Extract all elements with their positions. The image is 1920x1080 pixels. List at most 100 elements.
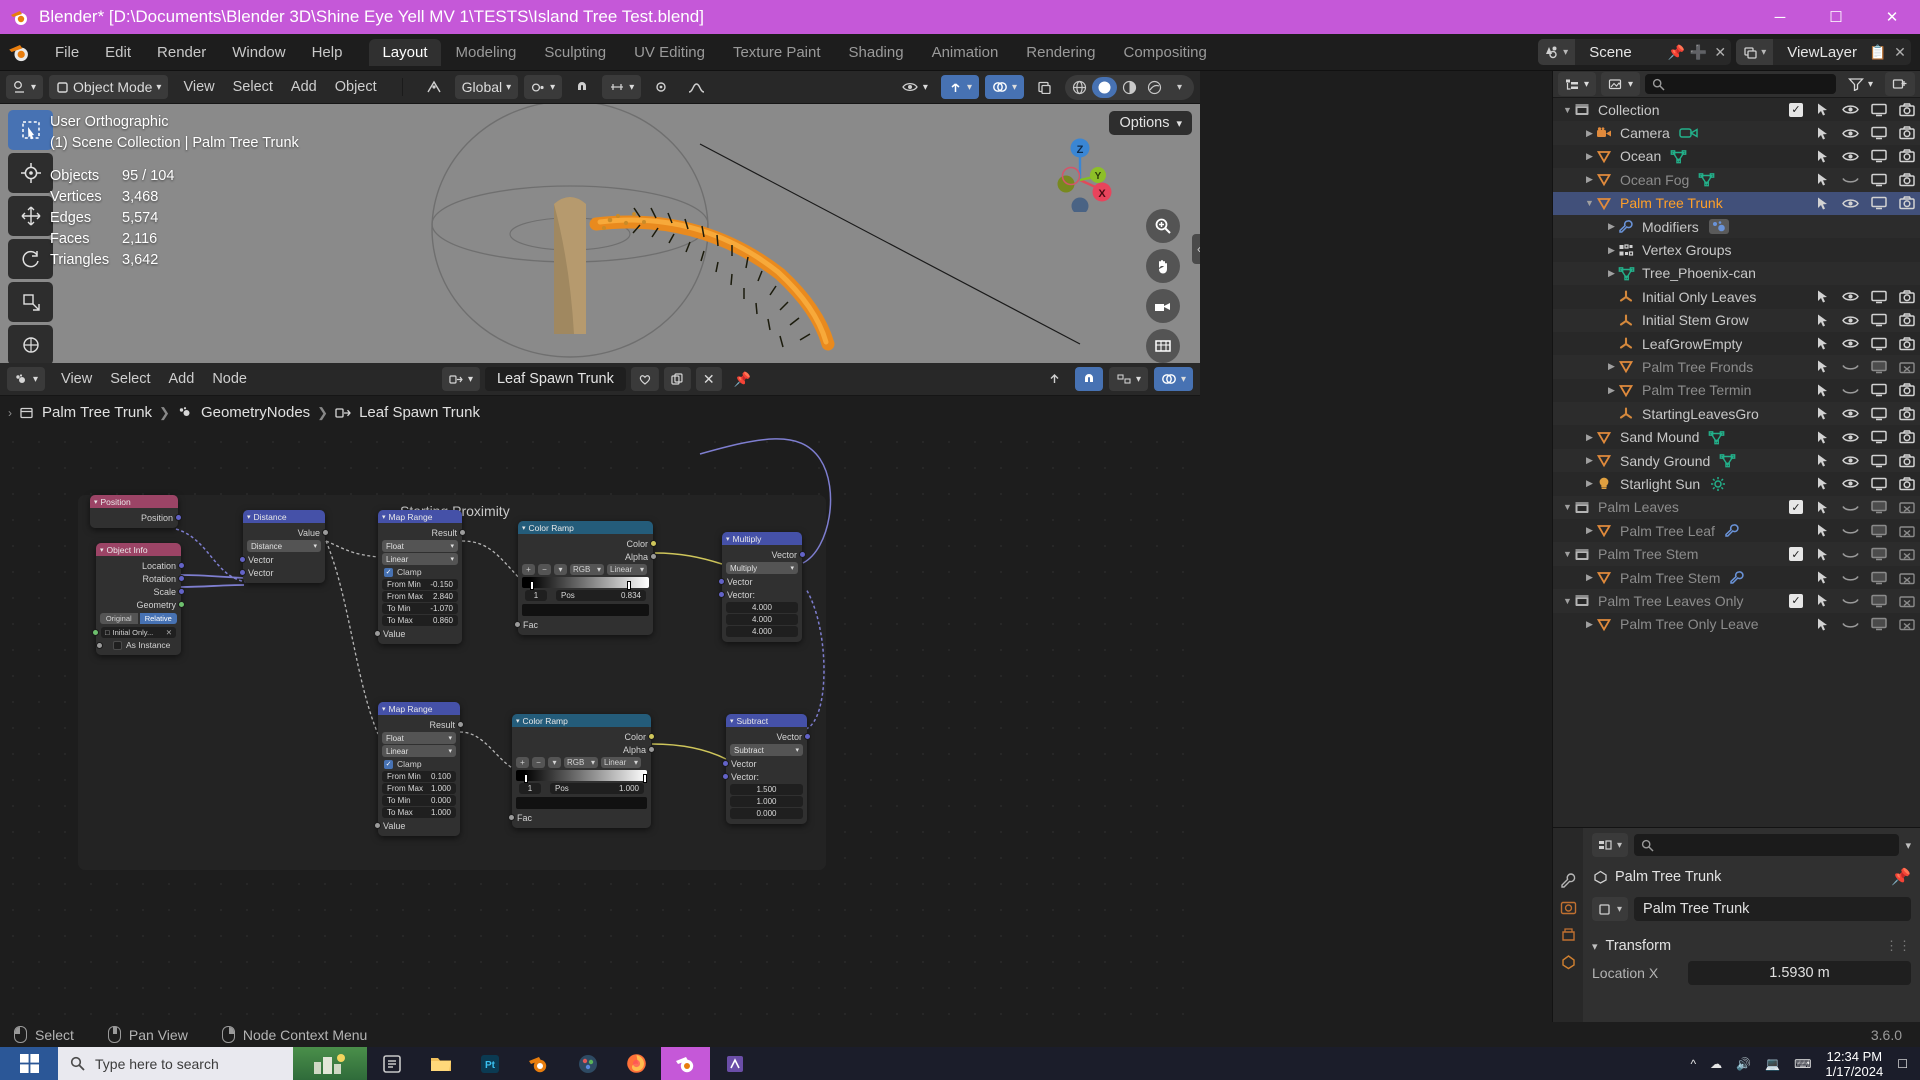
outliner-expander-right[interactable]: ▶	[1583, 432, 1596, 443]
workspace-tab-layout[interactable]: Layout	[369, 38, 441, 66]
outliner-eye-open-toggle[interactable]	[1842, 127, 1859, 140]
outliner-cursor-toggle[interactable]	[1815, 570, 1830, 585]
color-ramp-gradient[interactable]	[516, 770, 647, 783]
node-input-vector[interactable]: Vector:	[722, 770, 807, 783]
shading-solid-button[interactable]	[1092, 76, 1117, 98]
new-scene-icon[interactable]: ➕	[1687, 39, 1709, 65]
outliner-row-label[interactable]: Initial Only Leaves	[1642, 289, 1756, 305]
node-vector-component[interactable]: 4.000	[726, 614, 798, 625]
outliner-cursor-toggle[interactable]	[1815, 617, 1830, 632]
outliner-camera-off-toggle[interactable]	[1899, 571, 1915, 585]
shading-rendered-button[interactable]	[1142, 77, 1167, 98]
output-socket[interactable]	[457, 721, 464, 728]
node-value-field[interactable]: To Max 1.000	[382, 807, 456, 818]
taskbar-weather-widget[interactable]	[293, 1047, 367, 1080]
collection-checkbox[interactable]: ✓	[1789, 500, 1803, 515]
node-multiply[interactable]: ▾ Multiply Vector Multiply ▾ Vector Vector: 4.0…	[718, 532, 806, 642]
outliner-search-input[interactable]	[1645, 74, 1836, 94]
node-dropdown[interactable]: Float ▾	[382, 540, 458, 552]
minimize-button[interactable]: ─	[1752, 0, 1808, 34]
object-mode-dropdown[interactable]: Object Mode ▾	[49, 75, 169, 99]
outliner-row-label[interactable]: Palm Tree Leaves Only	[1598, 593, 1744, 609]
outliner-eye-closed-toggle[interactable]	[1842, 360, 1859, 373]
outliner-cursor-toggle[interactable]	[1815, 593, 1830, 608]
workspace-tab-texture-paint[interactable]: Texture Paint	[720, 39, 834, 66]
tab-object-icon[interactable]	[1560, 954, 1577, 970]
outliner-modifier-icon[interactable]	[1729, 570, 1745, 585]
overlays-toggle[interactable]: ▾	[984, 75, 1024, 99]
node-collapse-arrow[interactable]: ▾	[247, 513, 251, 521]
node-collapse-arrow[interactable]: ▾	[522, 524, 526, 532]
start-button[interactable]	[0, 1047, 58, 1080]
node-menu-add[interactable]: Add	[160, 371, 204, 387]
node-input-vector[interactable]: Vector	[718, 575, 802, 588]
outliner-camera-toggle[interactable]	[1899, 407, 1915, 421]
node-colorramp1[interactable]: ▾ Color Ramp Color Alpha + − ▾ RGB ▾ Linear ▾ 1 Pos 0…	[514, 521, 657, 635]
view-layer-name[interactable]: ViewLayer	[1773, 44, 1867, 61]
outliner-camera-toggle[interactable]	[1899, 290, 1915, 304]
taskbar-clock[interactable]: 12:34 PM 1/17/2024	[1825, 1049, 1883, 1079]
blender-orange-app-icon[interactable]	[514, 1047, 563, 1080]
top-menu-help[interactable]: Help	[299, 40, 356, 65]
node-snap-toggle[interactable]	[1074, 367, 1103, 391]
node-dropdown[interactable]: Linear ▾	[382, 553, 458, 565]
input-socket[interactable]	[374, 630, 381, 637]
outliner-expander-right[interactable]: ▶	[1583, 619, 1596, 630]
breadcrumb-collapse-arrow[interactable]: ›	[8, 406, 12, 420]
outliner-camera-toggle[interactable]	[1899, 196, 1915, 210]
outliner-mesh-data-icon[interactable]	[1708, 430, 1725, 445]
outliner-row-label[interactable]: Sand Mound	[1620, 429, 1699, 445]
ramp-interpolation-dropdown[interactable]: Linear ▾	[601, 757, 641, 768]
viewport-menu-object[interactable]: Object	[326, 79, 386, 95]
node-input-vector[interactable]: Vector	[239, 566, 325, 579]
node-snap-settings-dropdown[interactable]: ▾	[1108, 367, 1148, 391]
node-output-result[interactable]: Result	[378, 526, 466, 539]
node-collapse-arrow[interactable]: ▾	[100, 546, 104, 554]
outliner-mesh-data-icon[interactable]	[1698, 172, 1715, 187]
input-socket[interactable]	[722, 760, 729, 767]
node-output-rotation[interactable]: Rotation	[96, 572, 185, 585]
node-header[interactable]: ▾ Object Info	[96, 543, 181, 556]
node-vector-component[interactable]: 4.000	[726, 626, 798, 637]
outliner-row[interactable]: ▼ Palm Leaves ✓	[1553, 495, 1920, 520]
workspace-tab-rendering[interactable]: Rendering	[1013, 39, 1108, 66]
close-button[interactable]: ✕	[1864, 0, 1920, 34]
node-header[interactable]: ▾ Map Range	[378, 510, 462, 523]
tool-tweak-select-box[interactable]	[8, 110, 53, 150]
outliner-screen-toggle[interactable]	[1871, 196, 1887, 210]
explorer-app-icon[interactable]	[416, 1047, 465, 1080]
outliner-camera-data-icon[interactable]	[1679, 125, 1699, 141]
outliner-expander-right[interactable]: ▶	[1583, 174, 1596, 185]
outliner-camera-toggle[interactable]	[1899, 173, 1915, 187]
node-dropdown[interactable]: Distance ▾	[247, 540, 321, 552]
ramp-index-field[interactable]: 1	[525, 590, 547, 601]
ramp-color-mode-dropdown[interactable]: RGB ▾	[564, 757, 598, 768]
node-header[interactable]: ▾ Position	[90, 495, 178, 508]
ramp-menu-button[interactable]: ▾	[554, 564, 567, 575]
transform-orientation-dropdown[interactable]: Global ▾	[454, 75, 519, 99]
node-output-up-icon[interactable]	[1040, 367, 1069, 391]
outliner-screen-toggle[interactable]	[1871, 477, 1887, 491]
output-socket[interactable]	[648, 733, 655, 740]
outliner-cursor-toggle[interactable]	[1815, 102, 1830, 117]
properties-search-input[interactable]	[1634, 834, 1900, 856]
node-value-field[interactable]: To Min -1.070	[382, 603, 458, 614]
outliner-screen-toggle[interactable]	[1871, 337, 1887, 351]
scene-selector[interactable]: ▾ Scene 📌 ➕ ✕	[1538, 39, 1732, 65]
node-value-field[interactable]: From Min 0.100	[382, 771, 456, 782]
node-collapse-arrow[interactable]: ▾	[516, 717, 520, 725]
node-output-vector[interactable]: Vector	[726, 730, 811, 743]
outliner-screen-off-toggle[interactable]	[1871, 360, 1887, 374]
checkbox-box[interactable]	[113, 640, 122, 650]
outliner-eye-closed-toggle[interactable]	[1842, 524, 1859, 537]
snap-magnet-icon[interactable]	[568, 75, 596, 99]
outliner-eye-closed-toggle[interactable]	[1842, 173, 1859, 186]
ramp-stop-handle[interactable]	[643, 774, 647, 783]
node-position[interactable]: ▾ Position Position	[90, 495, 182, 528]
outliner-cursor-toggle[interactable]	[1815, 359, 1830, 374]
ramp-add-button[interactable]: +	[516, 757, 529, 768]
outliner-camera-off-toggle[interactable]	[1899, 617, 1915, 631]
node-header[interactable]: ▾ Subtract	[726, 714, 807, 727]
ramp-menu-button[interactable]: ▾	[548, 757, 561, 768]
ramp-stop-handle[interactable]	[523, 774, 528, 783]
